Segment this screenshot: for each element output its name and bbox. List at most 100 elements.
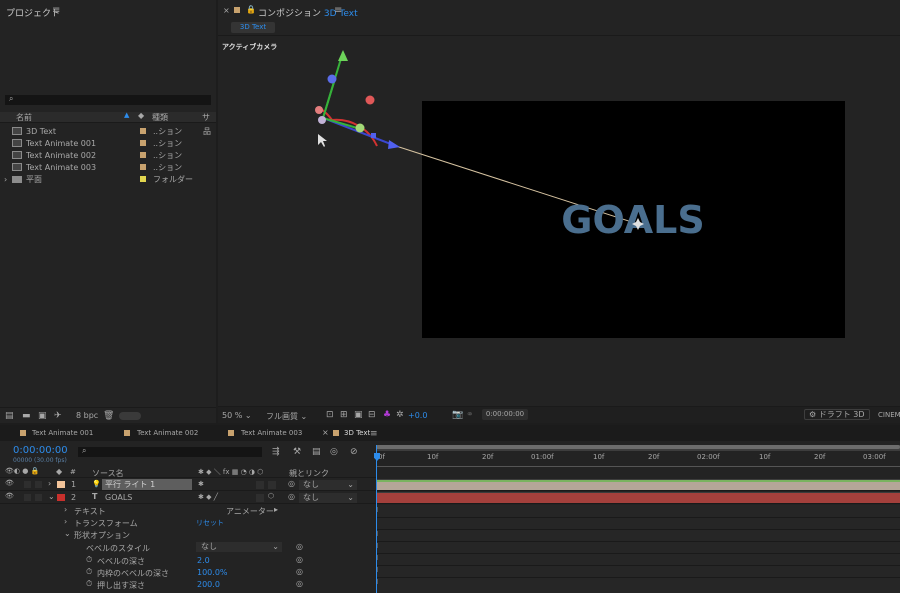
stopwatch-icon[interactable]: ⏱ [86, 567, 92, 577]
pickwhip-icon[interactable]: ◎ [288, 492, 295, 501]
layer-row[interactable]: 👁 › 1 💡 平行 ライト 1 ✱ ◎ なし ⌄ [0, 479, 376, 491]
camera-snapshot-icon[interactable]: 📷 [452, 410, 463, 420]
graph-editor-icon[interactable]: ⊘ [350, 447, 358, 457]
source-name-header[interactable]: ソース名 [92, 468, 124, 479]
project-item[interactable]: Text Animate 003 ..ション [0, 161, 216, 173]
column-type[interactable]: 種類 [152, 112, 168, 123]
light-layer-bar[interactable] [376, 480, 900, 490]
layer-switch-box[interactable] [256, 494, 264, 502]
comp-mini-flowchart-icon[interactable]: ⇶ [272, 447, 280, 457]
parent-dropdown[interactable]: なし ⌄ [299, 480, 357, 490]
comp-tab-3d-text[interactable]: 3D Text [231, 22, 275, 33]
lock-icon[interactable]: 🔒 [246, 5, 256, 14]
inner-bevel-value[interactable]: 100.0% [197, 568, 228, 577]
layer-label-swatch[interactable] [57, 494, 65, 501]
reset-link[interactable]: リセット [196, 518, 224, 528]
comp-menu-icon[interactable]: ≡ [334, 5, 342, 16]
timeline-tab[interactable]: Text Animate 001 [32, 429, 93, 437]
layer-switch-icon[interactable]: ✱ ◆ ╱ [198, 493, 218, 501]
draft-3d-button[interactable]: ⚙ ドラフト 3D [804, 409, 870, 420]
trash-icon[interactable]: 🗑 [103, 411, 114, 421]
composition-viewer[interactable]: GOALS [218, 36, 900, 404]
renderer-button[interactable]: CINEMA [878, 411, 900, 419]
timeline-tab[interactable]: Text Animate 003 [241, 429, 302, 437]
expression-pickwhip-icon[interactable]: ◎ [296, 567, 303, 576]
column-name[interactable]: 名前 [16, 112, 32, 123]
chevron-right-icon[interactable]: › [64, 517, 67, 526]
project-item[interactable]: Text Animate 002 ..ション [0, 149, 216, 161]
new-folder-icon[interactable]: ▬ [22, 411, 31, 421]
transform-property-group[interactable]: トランスフォーム [74, 518, 138, 529]
column-size[interactable]: サ [202, 112, 210, 123]
snapshot-region-icon[interactable]: ⊡ [326, 410, 334, 420]
pickwhip-icon[interactable]: ◎ [288, 479, 295, 488]
stopwatch-icon[interactable]: ⏱ [86, 555, 92, 565]
expression-pickwhip-icon[interactable]: ◎ [296, 542, 303, 551]
project-search-field[interactable]: ⌕ [5, 94, 211, 105]
bevel-depth-value[interactable]: 2.0 [197, 556, 210, 565]
channel-icon[interactable]: ♣ [383, 410, 391, 420]
timeline-search-field[interactable]: ⌕ [78, 446, 262, 457]
layer-track[interactable] [376, 492, 900, 504]
solo-toggle[interactable] [24, 481, 31, 488]
guides-icon[interactable]: ⊟ [368, 410, 376, 420]
chevron-down-icon[interactable]: ⌄ [64, 529, 71, 538]
draft-3d-icon[interactable]: ⚒ [293, 447, 301, 457]
render-queue-icon[interactable]: ✈ [54, 411, 62, 421]
layer-switch-icon[interactable]: ✱ [198, 480, 204, 488]
layer-label-swatch[interactable] [57, 481, 65, 488]
new-composition-icon[interactable]: ▣ [38, 411, 47, 421]
3d-layer-icon[interactable]: ⬡ [268, 492, 274, 500]
text-layer-bar[interactable] [376, 493, 900, 503]
eye-icon[interactable]: 👁 [5, 492, 14, 500]
label-tag-icon[interactable]: ◆ [138, 111, 144, 120]
flowchart-icon[interactable]: 品 [203, 126, 211, 137]
exposure-value[interactable]: +0.0 [408, 411, 427, 420]
parent-dropdown[interactable]: なし ⌄ [299, 493, 357, 503]
chevron-down-icon[interactable]: ⌄ [48, 492, 55, 501]
transparency-grid-icon[interactable]: ⊞ [340, 410, 348, 420]
bit-depth-button[interactable]: 8 bpc [76, 411, 98, 420]
text-property-group[interactable]: テキスト [74, 506, 106, 517]
bevel-style-dropdown[interactable]: なし ⌄ [196, 542, 282, 552]
project-item[interactable]: Text Animate 001 ..ション [0, 137, 216, 149]
time-ruler[interactable]: 0f 10f 20f 01:00f 10f 20f 02:00f 10f 20f… [374, 445, 900, 475]
animator-add-icon[interactable]: ▸ [274, 505, 278, 514]
project-menu-icon[interactable]: ≡ [52, 5, 60, 16]
chevron-right-icon[interactable]: › [64, 505, 67, 514]
geometry-options-group[interactable]: 形状オプション [74, 530, 130, 541]
lock-toggle[interactable] [35, 494, 42, 501]
label-header-icon[interactable]: ◆ [56, 467, 62, 476]
work-area-bar[interactable] [376, 445, 900, 449]
resolution-dropdown[interactable]: フル画質 ⌄ [266, 411, 307, 422]
current-time-field[interactable]: 0:00:00:00 [482, 409, 528, 420]
layer-track[interactable] [376, 479, 900, 491]
lock-toggle[interactable] [35, 481, 42, 488]
stopwatch-icon[interactable]: ⏱ [86, 579, 92, 589]
layer-name[interactable]: 平行 ライト 1 [102, 479, 192, 490]
layer-switch-box[interactable] [256, 481, 264, 489]
layer-switch-box[interactable] [268, 481, 276, 489]
timeline-tab[interactable]: Text Animate 002 [137, 429, 198, 437]
sort-ascending-icon[interactable]: ▲ [124, 111, 129, 119]
layer-name[interactable]: GOALS [105, 493, 132, 502]
interpret-footage-icon[interactable]: ▤ [5, 411, 14, 421]
project-item[interactable]: 3D Text ..ション 品 [0, 125, 216, 137]
magnification-dropdown[interactable]: 50 % ⌄ [222, 411, 252, 420]
solo-toggle[interactable] [24, 494, 31, 501]
close-tab-icon[interactable]: × [322, 428, 329, 437]
shy-layers-icon[interactable]: ▤ [312, 447, 321, 457]
eye-icon[interactable]: 👁 [5, 479, 14, 487]
playhead-line[interactable] [376, 445, 377, 593]
timeline-tab-active[interactable]: 3D Text [344, 429, 370, 437]
chevron-right-icon[interactable]: › [48, 479, 51, 488]
show-snapshot-icon[interactable]: ⚭ [466, 410, 474, 420]
property-tracks[interactable]: I I I I I I [376, 505, 900, 593]
expression-pickwhip-icon[interactable]: ◎ [296, 555, 303, 564]
exposure-reset-icon[interactable]: ✲ [396, 410, 404, 420]
mask-visibility-icon[interactable]: ▣ [354, 410, 363, 420]
project-folder-item[interactable]: › 平面 フォルダー [0, 173, 216, 185]
expression-pickwhip-icon[interactable]: ◎ [296, 579, 303, 588]
timeline-timecode[interactable]: 0:00:00:00 [13, 445, 68, 456]
thumbnail-slider[interactable] [119, 411, 141, 420]
